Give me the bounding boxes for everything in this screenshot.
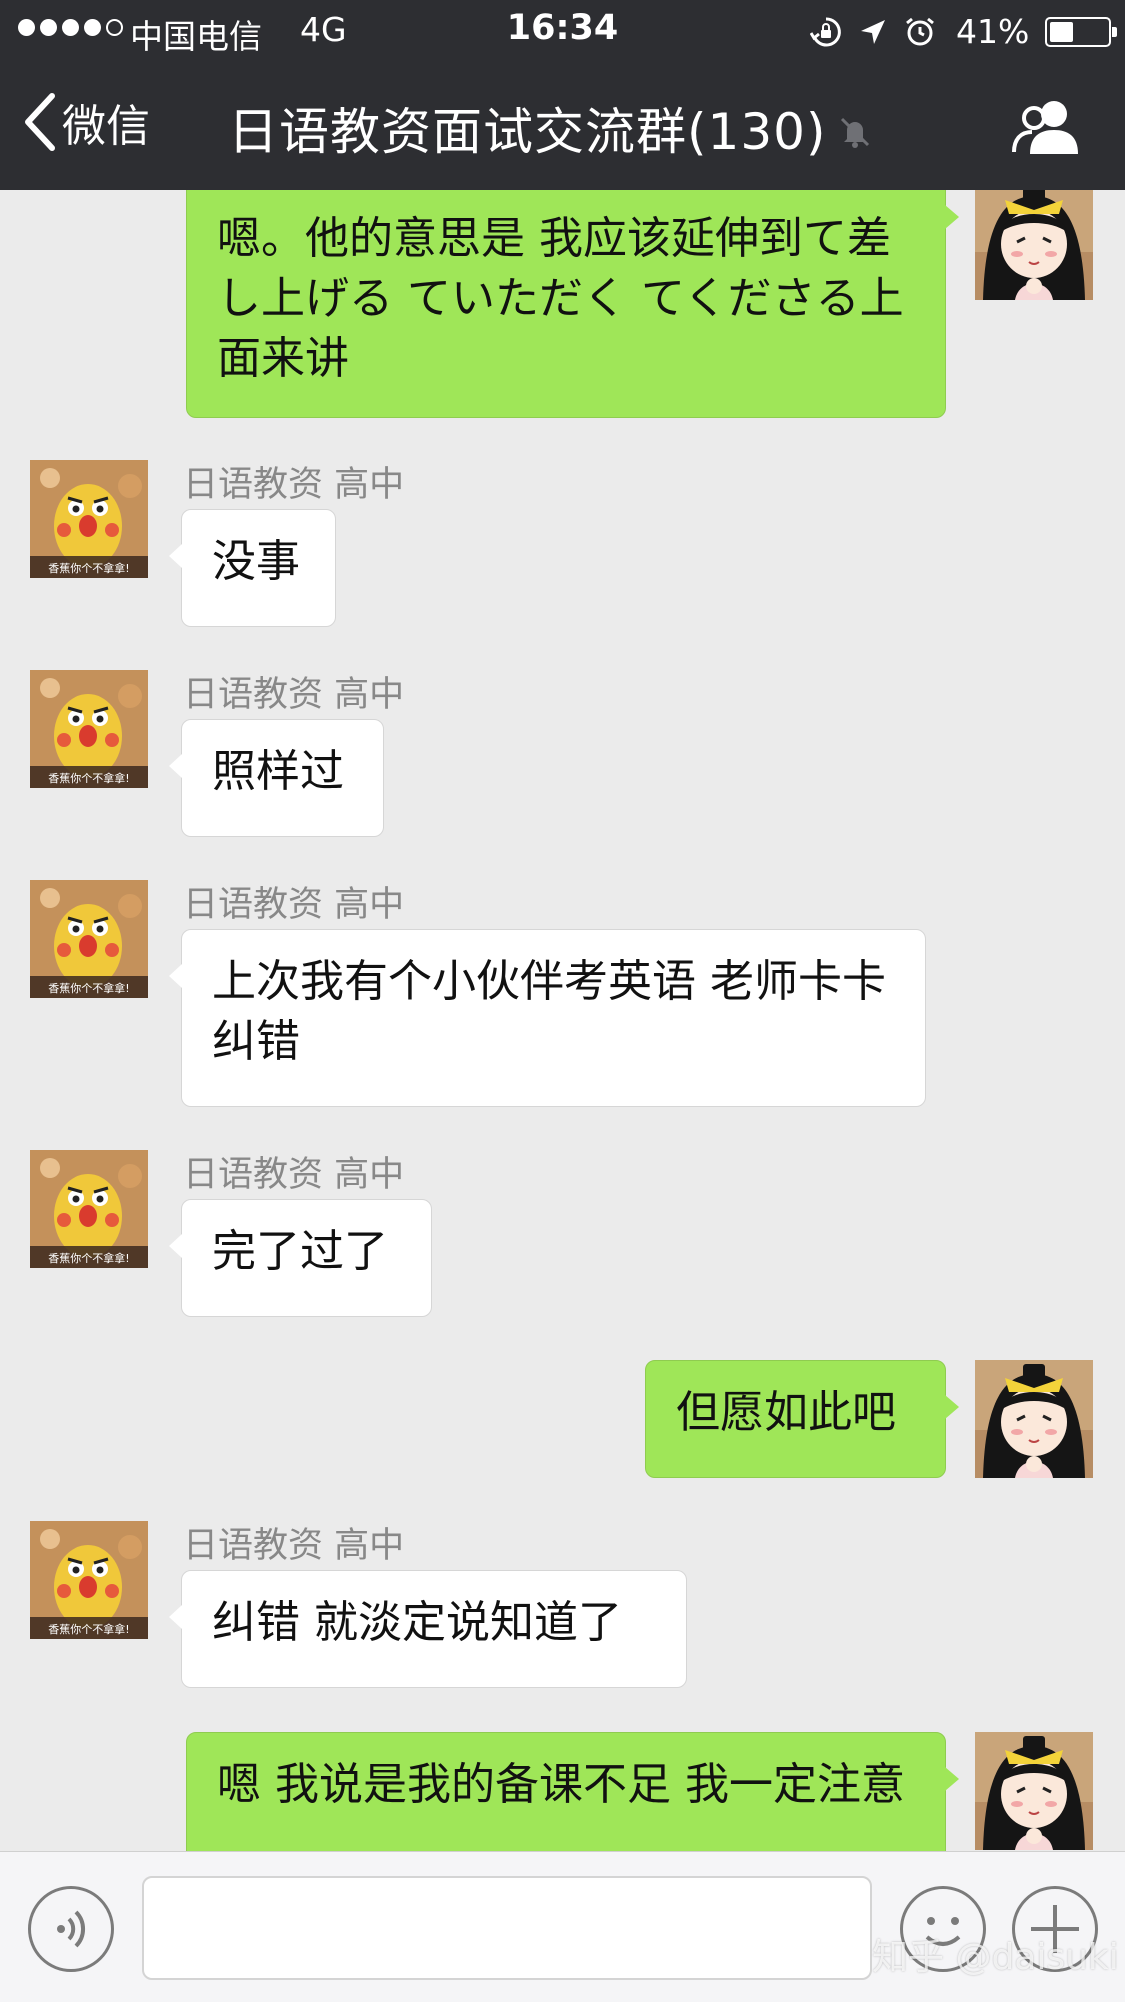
watermark: 知乎 @daisuki [872, 1937, 1119, 1978]
top-bar: 中国电信 4G 16:34 41% 微信 日语教资面试交流群(130) [0, 0, 1125, 190]
mute-bell-icon [841, 117, 870, 148]
avatar-caption: 香蕉你个不拿拿! [48, 561, 129, 575]
location-arrow-icon [861, 19, 885, 44]
chat-title-text: 日语教资面试交流群(130) [228, 103, 827, 161]
chat-area[interactable]: 嗯。他的意思是 我应该延伸到て差し上げる ていただく てくださる上面来讲 香蕉你… [0, 190, 1125, 1851]
battery-percent: 41% [956, 12, 1030, 51]
voice-button[interactable] [28, 1886, 114, 1972]
message-input[interactable] [142, 1876, 872, 1980]
girl-avatar-icon [975, 1360, 1093, 1478]
message-text: 上次我有个小伙伴考英语 老师卡卡纠错 [212, 956, 886, 1067]
sender-name: 日语教资 高中 [183, 885, 405, 925]
girl-avatar-icon [975, 1732, 1093, 1850]
my-avatar[interactable] [975, 1732, 1093, 1850]
sender-name: 日语教资 高中 [183, 465, 405, 505]
my-avatar[interactable] [975, 1360, 1093, 1478]
group-members-icon [1012, 101, 1078, 154]
message-text: 嗯 我说是我的备课不足 我一定注意 [217, 1759, 905, 1810]
message-text: 完了过了 [212, 1226, 388, 1277]
sender-avatar[interactable]: 香蕉你个不拿拿! [30, 670, 148, 788]
yellow-chick-avatar-icon: 香蕉你个不拿拿! [30, 1150, 148, 1268]
alarm-icon [906, 17, 934, 45]
orientation-lock-icon [810, 16, 841, 46]
sender-name: 日语教资 高中 [183, 1526, 405, 1566]
yellow-chick-avatar-icon: 香蕉你个不拿拿! [30, 460, 148, 578]
avatar-caption: 香蕉你个不拿拿! [48, 1622, 129, 1636]
message-bubble-incoming[interactable]: 完了过了 [169, 1199, 432, 1317]
message-bubble-incoming[interactable]: 上次我有个小伙伴考英语 老师卡卡纠错 [169, 929, 926, 1107]
my-avatar[interactable] [975, 190, 1093, 300]
yellow-chick-avatar-icon: 香蕉你个不拿拿! [30, 1521, 148, 1639]
sender-avatar[interactable]: 香蕉你个不拿拿! [30, 460, 148, 578]
battery-fill [1050, 21, 1074, 42]
back-chevron-icon [25, 93, 55, 151]
message-bubble-outgoing[interactable]: 嗯。他的意思是 我应该延伸到て差し上げる ていただく てくださる上面来讲 [186, 190, 959, 418]
sender-name: 日语教资 高中 [183, 1155, 405, 1195]
message-text: 但愿如此吧 [676, 1387, 896, 1438]
avatar-caption: 香蕉你个不拿拿! [48, 981, 129, 995]
input-bar: 知乎 @daisuki [0, 1851, 1125, 2002]
yellow-chick-avatar-icon: 香蕉你个不拿拿! [30, 670, 148, 788]
avatar-caption: 香蕉你个不拿拿! [48, 1251, 129, 1265]
voice-icon [57, 1910, 86, 1948]
sender-avatar[interactable]: 香蕉你个不拿拿! [30, 1150, 148, 1268]
sender-avatar[interactable]: 香蕉你个不拿拿! [30, 1521, 148, 1639]
chat-title: 日语教资面试交流群(130) [228, 92, 872, 164]
girl-avatar-icon [975, 190, 1093, 300]
message-bubble-outgoing[interactable]: 嗯 我说是我的备课不足 我一定注意 [186, 1732, 959, 1851]
message-text: 照样过 [212, 746, 344, 797]
status-bar: 中国电信 4G 16:34 41% [0, 0, 1125, 62]
nav-bar: 微信 日语教资面试交流群(130) [0, 62, 1125, 190]
sender-name: 日语教资 高中 [183, 675, 405, 715]
yellow-chick-avatar-icon: 香蕉你个不拿拿! [30, 880, 148, 998]
back-label: 微信 [62, 101, 150, 152]
sender-avatar[interactable]: 香蕉你个不拿拿! [30, 880, 148, 998]
back-button[interactable]: 微信 [22, 90, 150, 154]
message-bubble-incoming[interactable]: 照样过 [169, 719, 384, 837]
message-text: 没事 [212, 536, 300, 587]
message-bubble-outgoing[interactable]: 但愿如此吧 [645, 1360, 959, 1478]
message-bubble-incoming[interactable]: 纠错 就淡定说知道了 [169, 1570, 687, 1688]
group-members-button[interactable] [1012, 98, 1084, 158]
battery-icon [1045, 16, 1118, 47]
avatar-caption: 香蕉你个不拿拿! [48, 771, 129, 785]
message-text: 纠错 就淡定说知道了 [212, 1597, 622, 1648]
message-bubble-incoming[interactable]: 没事 [169, 509, 336, 627]
message-text: 嗯。他的意思是 我应该延伸到て差し上げる ていただく てくださる上面来讲 [217, 213, 904, 384]
status-icons: 41% [810, 12, 1118, 51]
